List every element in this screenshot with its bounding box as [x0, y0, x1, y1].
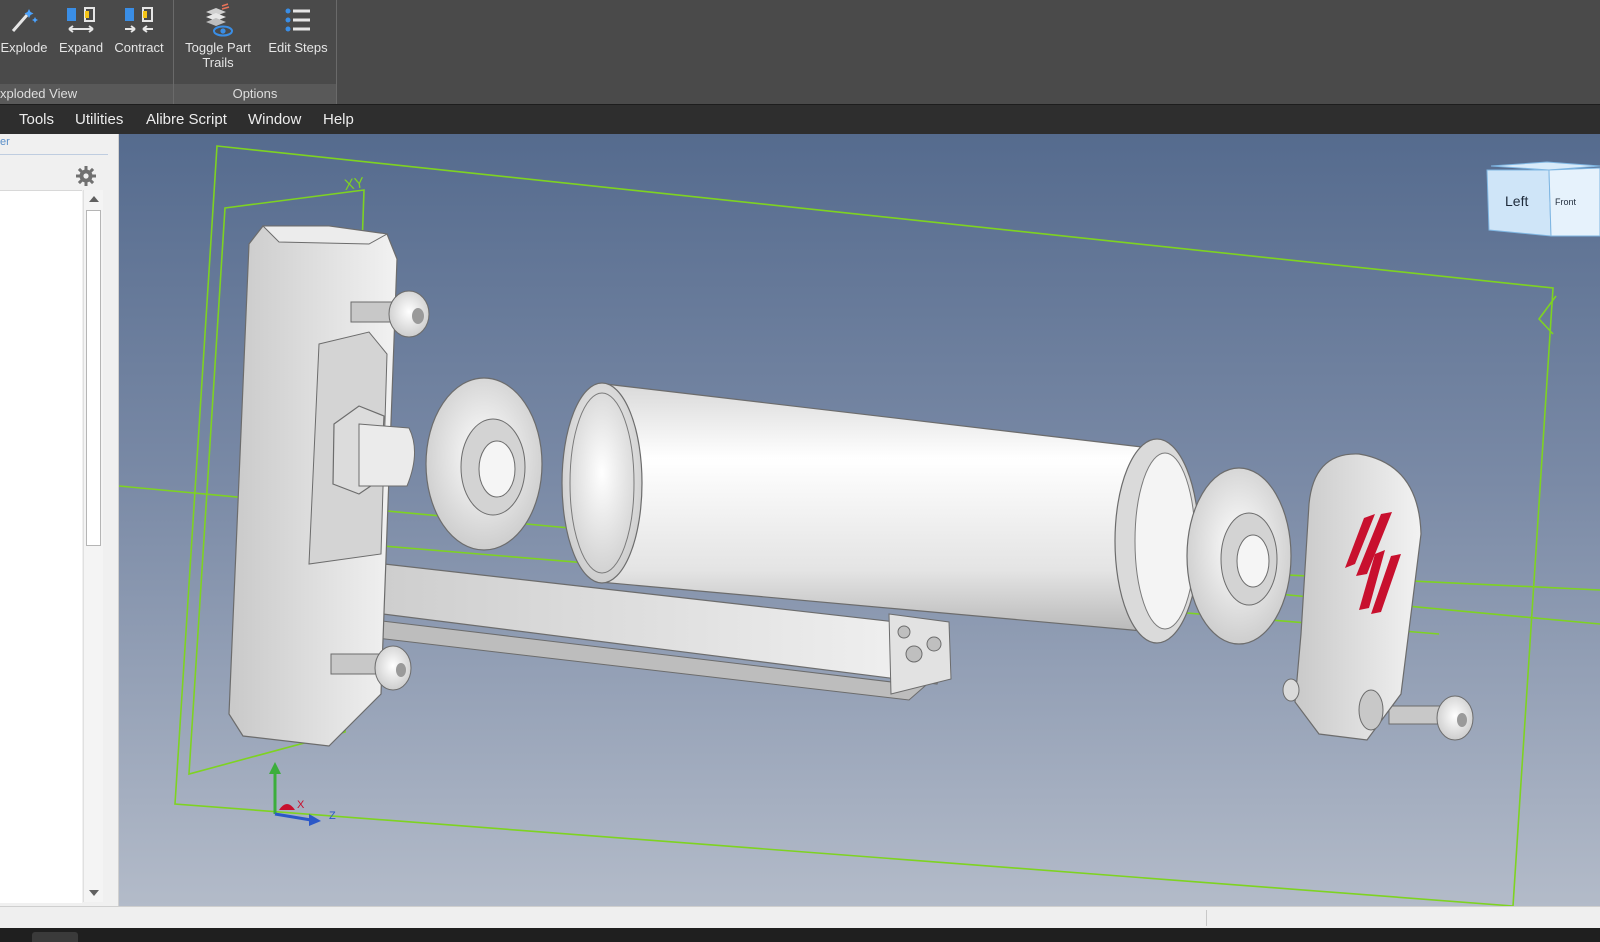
edit-steps-label: Edit Steps: [268, 40, 328, 55]
toggle-trails-label-line1: Toggle Part: [185, 40, 251, 55]
contract-icon: [119, 0, 159, 40]
tree-area: [0, 190, 82, 903]
edit-steps-button[interactable]: Edit Steps: [264, 0, 332, 55]
contract-label: Contract: [114, 40, 164, 55]
axis-triad: X Z: [269, 762, 336, 826]
bearing-left[interactable]: [425, 377, 543, 551]
triad-x-label: X: [297, 799, 305, 811]
menu-alibre-script[interactable]: Alibre Script: [146, 105, 227, 135]
viewport-scene[interactable]: XY X Z: [119, 134, 1600, 906]
ribbon-group-options: Toggle Part Trails Edit Steps Options: [174, 0, 337, 104]
toggle-trails-label-line2: Trails: [202, 55, 234, 70]
expand-label: Expand: [58, 40, 104, 55]
explode-button[interactable]: Explode: [0, 0, 48, 55]
bottom-strip: [0, 928, 1600, 942]
gear-icon: [76, 166, 96, 186]
menu-bar: Tools Utilities Alibre Script Window Hel…: [0, 104, 1600, 135]
view-cube-left-face[interactable]: Left: [1505, 193, 1528, 209]
scroll-thumb[interactable]: [86, 210, 101, 546]
explode-icon: [4, 0, 44, 40]
bottom-tab[interactable]: [32, 932, 78, 942]
group-label-exploded-view: xploded View: [0, 84, 173, 104]
contract-button[interactable]: Contract: [112, 0, 166, 55]
hex-spacer[interactable]: [332, 405, 415, 495]
panel-settings-button[interactable]: [75, 165, 97, 187]
bolt-right[interactable]: [1388, 695, 1474, 741]
panel-tab-divider: [0, 154, 108, 155]
arrow-down-icon: [88, 890, 99, 896]
status-bar: [0, 906, 1600, 929]
menu-tools[interactable]: Tools: [19, 105, 54, 135]
bearing-right[interactable]: [1186, 467, 1292, 645]
expand-button[interactable]: Expand: [56, 0, 106, 55]
view-cube[interactable]: Left Front: [1485, 160, 1600, 240]
toggle-part-trails-button[interactable]: Toggle Part Trails: [178, 0, 258, 70]
ribbon: Explode Expand Contract xploded View Tog…: [0, 0, 1600, 104]
scroll-down-button[interactable]: [84, 884, 103, 902]
3d-viewport[interactable]: XY X Z Left Front: [119, 134, 1600, 906]
triad-z-label: Z: [329, 810, 336, 822]
toggle-trails-icon: [198, 0, 238, 40]
explode-label: Explode: [0, 40, 48, 55]
panel-tab-label[interactable]: er: [0, 136, 10, 148]
edit-steps-icon: [278, 0, 318, 40]
arrow-up-icon: [88, 196, 99, 202]
tree-scrollbar[interactable]: [83, 190, 103, 902]
design-explorer-panel: er: [0, 134, 120, 906]
ribbon-group-exploded-view: Explode Expand Contract xploded View: [0, 0, 174, 104]
expand-icon: [61, 0, 101, 40]
view-cube-front-face[interactable]: Front: [1555, 197, 1576, 207]
menu-utilities[interactable]: Utilities: [75, 105, 123, 135]
group-label-options: Options: [174, 84, 336, 104]
status-divider: [1206, 910, 1207, 926]
plane-label-xy: XY: [343, 174, 365, 194]
scroll-up-button[interactable]: [84, 190, 103, 208]
menu-window[interactable]: Window: [248, 105, 301, 135]
right-arm[interactable]: [1282, 453, 1422, 741]
menu-help[interactable]: Help: [323, 105, 354, 135]
